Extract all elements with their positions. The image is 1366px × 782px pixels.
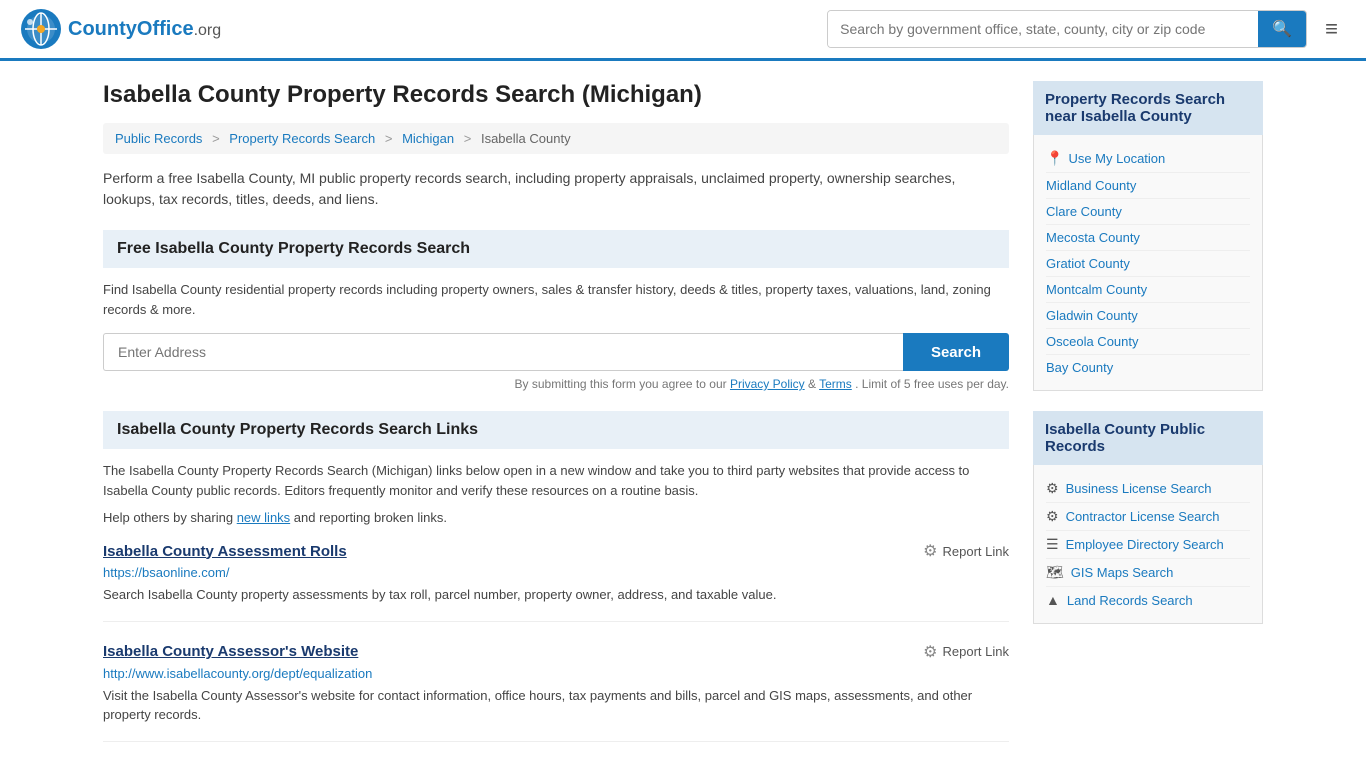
- sidebar-public-records-header: Isabella County Public Records: [1033, 411, 1263, 465]
- links-section: Isabella County Property Records Search …: [103, 411, 1009, 742]
- link-desc-1: Visit the Isabella County Assessor's web…: [103, 686, 1009, 725]
- public-link-0[interactable]: ⚙ Business License Search: [1046, 475, 1250, 503]
- nearby-link-7[interactable]: Bay County: [1046, 355, 1250, 380]
- report-label-1: Report Link: [943, 644, 1009, 659]
- link-card-1: Isabella County Assessor's Website ⚙ Rep…: [103, 642, 1009, 742]
- link-cards: Isabella County Assessment Rolls ⚙ Repor…: [103, 541, 1009, 742]
- section2-header: Isabella County Property Records Search …: [103, 411, 1009, 449]
- main-content: Isabella County Property Records Search …: [103, 81, 1009, 762]
- breadcrumb-public-records[interactable]: Public Records: [115, 131, 202, 146]
- link-title-0[interactable]: Isabella County Assessment Rolls: [103, 543, 347, 560]
- use-location-label: Use My Location: [1068, 151, 1165, 166]
- breadcrumb-michigan[interactable]: Michigan: [402, 131, 454, 146]
- disclaimer-text: By submitting this form you agree to our: [515, 377, 727, 391]
- nearby-link-1[interactable]: Clare County: [1046, 199, 1250, 225]
- breadcrumb-sep-2: >: [385, 131, 393, 146]
- public-link-3[interactable]: 🗺 GIS Maps Search: [1046, 559, 1250, 587]
- nearby-link-4[interactable]: Montcalm County: [1046, 277, 1250, 303]
- sidebar-public-records-section: Isabella County Public Records ⚙ Busines…: [1033, 411, 1263, 624]
- nearby-link-0[interactable]: Midland County: [1046, 173, 1250, 199]
- property-search-box: Find Isabella County residential propert…: [103, 280, 1009, 391]
- form-disclaimer: By submitting this form you agree to our…: [103, 377, 1009, 391]
- nearby-links: Midland County Clare County Mecosta Coun…: [1046, 173, 1250, 380]
- page-description: Perform a free Isabella County, MI publi…: [103, 168, 1009, 210]
- share-text-1: Help others by sharing: [103, 510, 233, 525]
- breadcrumb-sep-1: >: [212, 131, 220, 146]
- breadcrumb: Public Records > Property Records Search…: [103, 123, 1009, 154]
- link-card-0: Isabella County Assessment Rolls ⚙ Repor…: [103, 541, 1009, 622]
- link-desc-0: Search Isabella County property assessme…: [103, 585, 1009, 605]
- address-input[interactable]: [103, 333, 903, 371]
- location-pin-icon: 📍: [1046, 150, 1063, 167]
- page-title: Isabella County Property Records Search …: [103, 81, 1009, 109]
- disclaimer-limit: . Limit of 5 free uses per day.: [855, 377, 1009, 391]
- link-url-0: https://bsaonline.com/: [103, 565, 1009, 580]
- site-header: CountyOffice.org 🔍 ≡: [0, 0, 1366, 61]
- terms-link[interactable]: Terms: [819, 377, 852, 391]
- link-card-header-0: Isabella County Assessment Rolls ⚙ Repor…: [103, 541, 1009, 561]
- public-links: ⚙ Business License Search ⚙ Contractor L…: [1046, 475, 1250, 613]
- logo-office: Office: [137, 18, 194, 40]
- logo-county: County: [68, 18, 137, 40]
- search-description: Find Isabella County residential propert…: [103, 280, 1009, 319]
- header-search: 🔍: [827, 10, 1307, 48]
- public-link-icon-1: ⚙: [1046, 508, 1059, 525]
- public-link-icon-0: ⚙: [1046, 480, 1059, 497]
- share-text: Help others by sharing new links and rep…: [103, 510, 1009, 525]
- nearby-link-5[interactable]: Gladwin County: [1046, 303, 1250, 329]
- logo: CountyOffice.org: [20, 8, 221, 50]
- public-link-label-3: GIS Maps Search: [1071, 565, 1174, 580]
- report-icon-1: ⚙: [923, 642, 937, 662]
- sidebar-nearby-body: 📍 Use My Location Midland County Clare C…: [1033, 135, 1263, 391]
- breadcrumb-current: Isabella County: [481, 131, 571, 146]
- sidebar-nearby-section: Property Records Search near Isabella Co…: [1033, 81, 1263, 391]
- link-card-header-1: Isabella County Assessor's Website ⚙ Rep…: [103, 642, 1009, 662]
- report-icon-0: ⚙: [923, 541, 937, 561]
- sidebar-nearby-header: Property Records Search near Isabella Co…: [1033, 81, 1263, 135]
- public-link-1[interactable]: ⚙ Contractor License Search: [1046, 503, 1250, 531]
- header-search-input[interactable]: [828, 11, 1258, 47]
- report-label-0: Report Link: [943, 544, 1009, 559]
- nearby-link-3[interactable]: Gratiot County: [1046, 251, 1250, 277]
- logo-icon: [20, 8, 62, 50]
- public-link-label-0: Business License Search: [1066, 481, 1212, 496]
- use-my-location-link[interactable]: 📍 Use My Location: [1046, 145, 1250, 173]
- share-text-2: and reporting broken links.: [294, 510, 447, 525]
- logo-org: .org: [194, 22, 222, 39]
- link-title-1[interactable]: Isabella County Assessor's Website: [103, 643, 358, 660]
- header-search-button[interactable]: 🔍: [1258, 11, 1306, 47]
- report-link-btn-0[interactable]: ⚙ Report Link: [923, 541, 1009, 561]
- section1-header: Free Isabella County Property Records Se…: [103, 230, 1009, 268]
- public-link-label-2: Employee Directory Search: [1066, 537, 1224, 552]
- public-link-icon-2: ☰: [1046, 536, 1059, 553]
- header-controls: 🔍 ≡: [827, 10, 1346, 48]
- nearby-link-2[interactable]: Mecosta County: [1046, 225, 1250, 251]
- hamburger-menu-button[interactable]: ≡: [1317, 12, 1346, 46]
- disclaimer-amp: &: [808, 377, 819, 391]
- sidebar-public-records-body: ⚙ Business License Search ⚙ Contractor L…: [1033, 465, 1263, 624]
- logo-wordmark: CountyOffice.org: [68, 18, 221, 41]
- report-link-btn-1[interactable]: ⚙ Report Link: [923, 642, 1009, 662]
- public-link-icon-3: 🗺: [1046, 564, 1064, 581]
- link-url-1: http://www.isabellacounty.org/dept/equal…: [103, 666, 1009, 681]
- public-link-2[interactable]: ☰ Employee Directory Search: [1046, 531, 1250, 559]
- breadcrumb-sep-3: >: [464, 131, 472, 146]
- public-link-4[interactable]: ▲ Land Records Search: [1046, 587, 1250, 613]
- address-search-row: Search: [103, 333, 1009, 371]
- page-container: Isabella County Property Records Search …: [83, 61, 1283, 782]
- sidebar: Property Records Search near Isabella Co…: [1033, 81, 1263, 762]
- privacy-policy-link[interactable]: Privacy Policy: [730, 377, 805, 391]
- public-link-icon-4: ▲: [1046, 592, 1060, 608]
- nearby-link-6[interactable]: Osceola County: [1046, 329, 1250, 355]
- new-links-link[interactable]: new links: [237, 510, 290, 525]
- breadcrumb-property-records[interactable]: Property Records Search: [229, 131, 375, 146]
- links-description: The Isabella County Property Records Sea…: [103, 461, 1009, 500]
- public-link-label-1: Contractor License Search: [1066, 509, 1220, 524]
- public-link-label-4: Land Records Search: [1067, 593, 1193, 608]
- search-button[interactable]: Search: [903, 333, 1009, 371]
